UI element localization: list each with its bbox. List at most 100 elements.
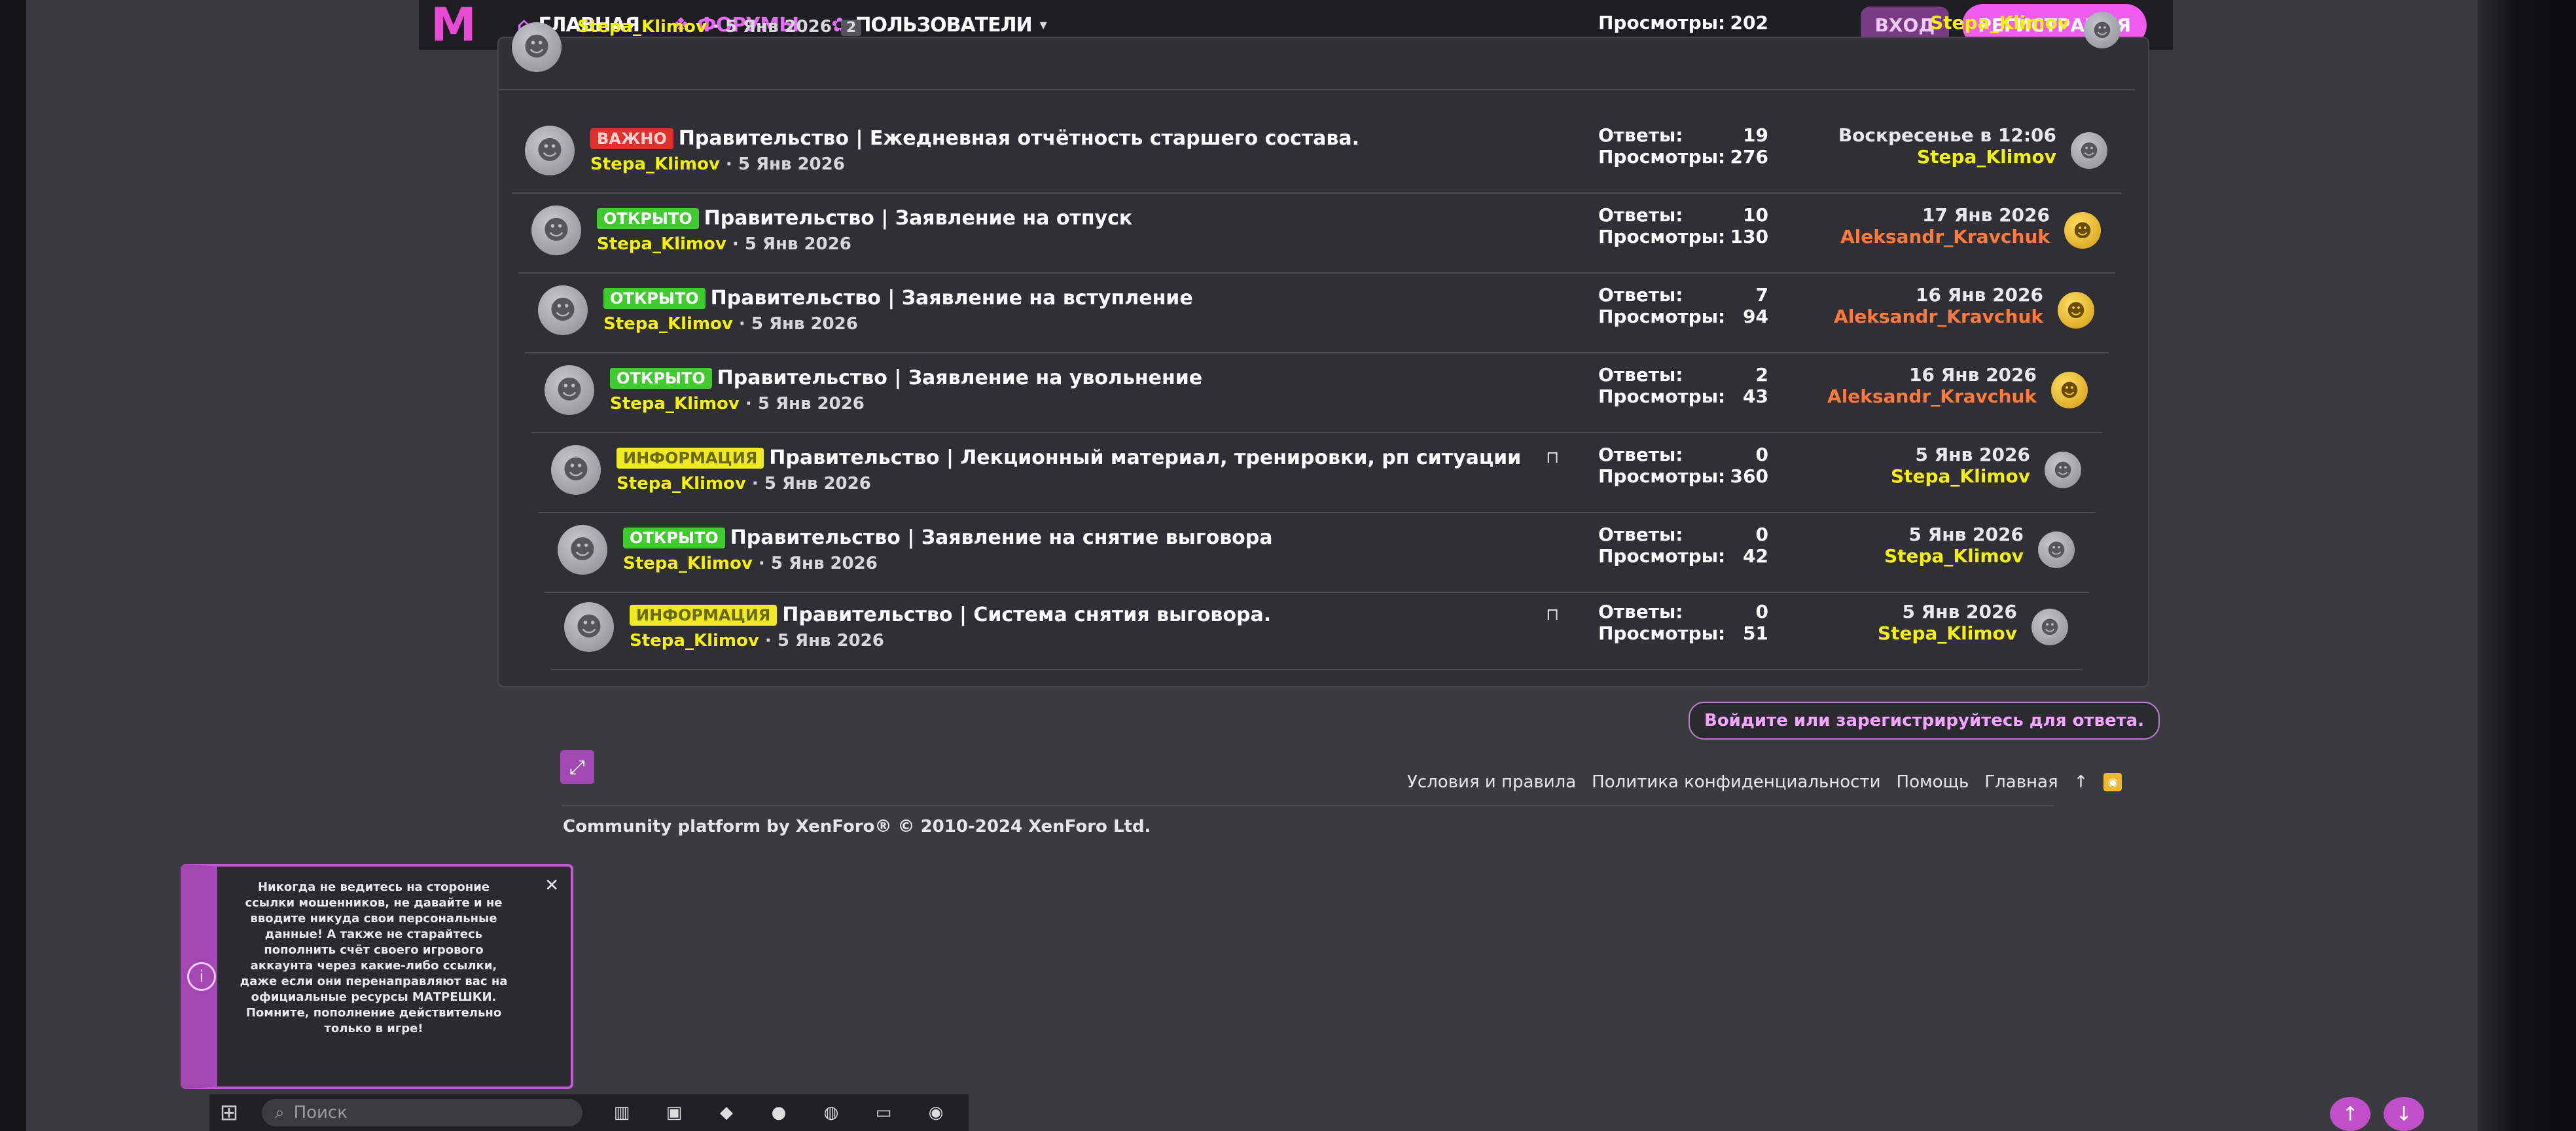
footer-link-privacy[interactable]: Политика конфиденциальности (1592, 772, 1880, 792)
thread-row[interactable]: ☻ ВАЖНО Правительство | Ежедневная отчётно… (512, 115, 2122, 194)
edge-icon[interactable]: ◆ (713, 1102, 740, 1124)
last-post-avatar[interactable]: ☻ (2058, 292, 2094, 329)
author-avatar[interactable]: ☻ (512, 22, 562, 72)
views-label: Просмотры: (1598, 226, 1726, 247)
author-avatar[interactable]: ☻ (551, 445, 601, 495)
thread-row[interactable]: ☻ ОТКРЫТО Правительство | Заявление на уво… (531, 355, 2102, 433)
thread-title-text[interactable]: Правительство | Заявление на увольнение (717, 367, 1202, 389)
scroll-up-button[interactable]: ↑ (2330, 1097, 2370, 1131)
thread-title-text[interactable]: Правительство | Система снятия выговора. (782, 603, 1271, 626)
last-post-date[interactable]: 17 Янв 2026 (1840, 204, 2050, 226)
expand-icon[interactable]: ⤢ (560, 750, 594, 784)
rss-icon[interactable]: ◉ (2103, 773, 2122, 791)
last-post-avatar[interactable]: ☻ (2031, 609, 2068, 645)
thread-title[interactable]: ИНФОРМАЦИЯ Правительство | Лекционный мат… (617, 446, 1521, 469)
thread-title[interactable]: ВАЖНО Правительство | Ежедневная отчётнос… (590, 127, 1359, 150)
login-to-reply-button[interactable]: Войдите или зарегистрируйтесь для ответа… (1689, 702, 2160, 740)
game-icon[interactable]: ◉ (923, 1102, 949, 1124)
author-avatar[interactable]: ☻ (558, 525, 607, 575)
thread-author[interactable]: Stepa_Klimov (590, 154, 720, 174)
windows-start-icon[interactable]: ⊞ (209, 1100, 249, 1126)
thread-prefix-badge[interactable]: ВАЖНО (590, 128, 673, 149)
last-post-info: Воскресенье в 12:06 Stepa_Klimov (1838, 124, 2056, 168)
close-icon[interactable]: ✕ (545, 876, 559, 895)
author-avatar[interactable]: ☻ (531, 206, 581, 255)
views-label: Просмотры: (1598, 386, 1726, 407)
last-post-date[interactable]: 5 Янв 2026 (1878, 601, 2017, 622)
site-logo[interactable]: M (419, 0, 484, 50)
last-post-user[interactable]: Stepa_Klimov (1878, 622, 2017, 644)
thread-author[interactable]: Stepa_Klimov (623, 554, 753, 573)
last-post-user[interactable]: Stepa_Klimov (1891, 465, 2030, 487)
replies-count: 7 (1755, 284, 1768, 306)
thread-prefix-badge[interactable]: ОТКРЫТО (603, 287, 706, 309)
last-post-avatar[interactable]: ☻ (2045, 452, 2081, 488)
thread-row[interactable]: ☻ ОТКРЫТО Правительство | Заявление на отп… (518, 195, 2115, 274)
taskbar-search[interactable]: ⌕ Поиск (262, 1099, 582, 1126)
thread-title-text[interactable]: Правительство | Ежедневная отчётность ст… (679, 127, 1359, 150)
last-post-date[interactable]: Воскресенье в 12:06 (1838, 124, 2056, 146)
last-post-user[interactable]: Stepa_Klimov (1930, 12, 2069, 33)
last-post-user[interactable]: Stepa_Klimov (1884, 545, 2024, 567)
arrow-up-icon[interactable]: ↑ (2074, 772, 2088, 792)
folder-icon[interactable]: ▭ (870, 1102, 897, 1124)
thread-title[interactable]: ИНФОРМАЦИЯ Правительство | Система снятия… (630, 603, 1271, 626)
last-post-date[interactable]: 5 Янв 2026 (1884, 524, 2024, 545)
scroll-down-button[interactable]: ↓ (2384, 1097, 2424, 1131)
thread-row[interactable]: ☻ ИНФОРМАЦИЯ Правительство | Система сняти… (551, 592, 2083, 670)
thread-prefix-badge[interactable]: ОТКРЫТО (597, 207, 699, 229)
author-avatar[interactable]: ☻ (545, 365, 594, 415)
thread-author[interactable]: Stepa_Klimov (610, 394, 740, 414)
thread-row[interactable]: ☻ ОТКРЫТО Правительство | Заявление на вст… (525, 275, 2109, 353)
app-icon[interactable]: ◍ (818, 1102, 844, 1124)
footer-link-terms[interactable]: Условия и правила (1407, 772, 1576, 792)
security-notice: i Никогда не ведитесь на стороние ссылки… (181, 864, 573, 1089)
author-avatar[interactable]: ☻ (525, 126, 575, 175)
thread-row[interactable]: ☻ Stepa_Klimov · 5 Янв 2026 2 Просмотры: 202… (499, 12, 2135, 90)
last-post-avatar[interactable]: ☻ (2084, 12, 2120, 48)
thread-row[interactable]: ☻ ОТКРЫТО Правительство | Заявление на сня… (545, 514, 2089, 593)
footer-link-home[interactable]: Главная (1984, 772, 2058, 792)
views-count: 51 (1743, 622, 1768, 644)
task-view-icon[interactable]: ▥ (609, 1102, 635, 1124)
thread-title-text[interactable]: Правительство | Заявление на вступление (711, 287, 1193, 310)
replies-label: Ответы: (1598, 444, 1683, 465)
last-post-user[interactable]: Aleksandr_Kravchuk (1834, 306, 2043, 327)
thread-author[interactable]: Stepa_Klimov (577, 17, 707, 37)
thread-title-text[interactable]: Правительство | Заявление на отпуск (704, 207, 1133, 230)
thread-author[interactable]: Stepa_Klimov (630, 631, 759, 651)
thread-title[interactable]: ОТКРЫТО Правительство | Заявление на снят… (623, 526, 1273, 549)
last-post-avatar[interactable]: ☻ (2071, 132, 2107, 169)
monitor-bezel-right (2478, 0, 2576, 1131)
thread-prefix-badge[interactable]: ОТКРЫТО (610, 367, 712, 389)
thread-prefix-badge[interactable]: ИНФОРМАЦИЯ (630, 604, 778, 626)
thread-title[interactable]: ОТКРЫТО Правительство | Заявление на всту… (603, 287, 1193, 310)
thread-title[interactable]: ОТКРЫТО Правительство | Заявление на отпу… (597, 207, 1132, 230)
last-post-avatar[interactable]: ☻ (2051, 372, 2088, 408)
author-avatar[interactable]: ☻ (564, 602, 614, 652)
last-post-avatar[interactable]: ☻ (2038, 531, 2075, 568)
thread-author[interactable]: Stepa_Klimov (603, 314, 733, 334)
thread-page-link[interactable]: 2 (840, 20, 862, 36)
store-icon[interactable]: ▣ (661, 1102, 687, 1124)
thread-author[interactable]: Stepa_Klimov (597, 234, 726, 254)
thread-author[interactable]: Stepa_Klimov (617, 474, 746, 494)
last-post-date[interactable]: 16 Янв 2026 (1827, 364, 2037, 386)
footer-link-help[interactable]: Помощь (1897, 772, 1969, 792)
last-post-user[interactable]: Aleksandr_Kravchuk (1840, 226, 2050, 247)
chrome-icon[interactable]: ● (766, 1102, 792, 1124)
last-post-date[interactable]: 16 Янв 2026 (1834, 284, 2043, 306)
last-post-avatar[interactable]: ☻ (2064, 212, 2101, 249)
thread-title-text[interactable]: Правительство | Лекционный материал, тре… (769, 446, 1521, 469)
thread-title-text[interactable]: Правительство | Заявление на снятие выго… (730, 526, 1273, 549)
last-post-user[interactable]: Aleksandr_Kravchuk (1827, 386, 2037, 407)
author-avatar[interactable]: ☻ (538, 285, 588, 335)
thread-title[interactable]: ОТКРЫТО Правительство | Заявление на увол… (610, 367, 1202, 389)
thread-prefix-badge[interactable]: ИНФОРМАЦИЯ (617, 447, 764, 469)
monitor-bezel-left (0, 0, 26, 1131)
thread-row[interactable]: ☻ ИНФОРМАЦИЯ Правительство | Лекционный ма… (538, 435, 2096, 513)
thread-prefix-badge[interactable]: ОТКРЫТО (623, 527, 725, 548)
thread-meta: Stepa_Klimov · 5 Янв 2026 2 (577, 17, 862, 37)
last-post-user[interactable]: Stepa_Klimov (1838, 146, 2056, 168)
last-post-date[interactable]: 5 Янв 2026 (1891, 444, 2030, 465)
